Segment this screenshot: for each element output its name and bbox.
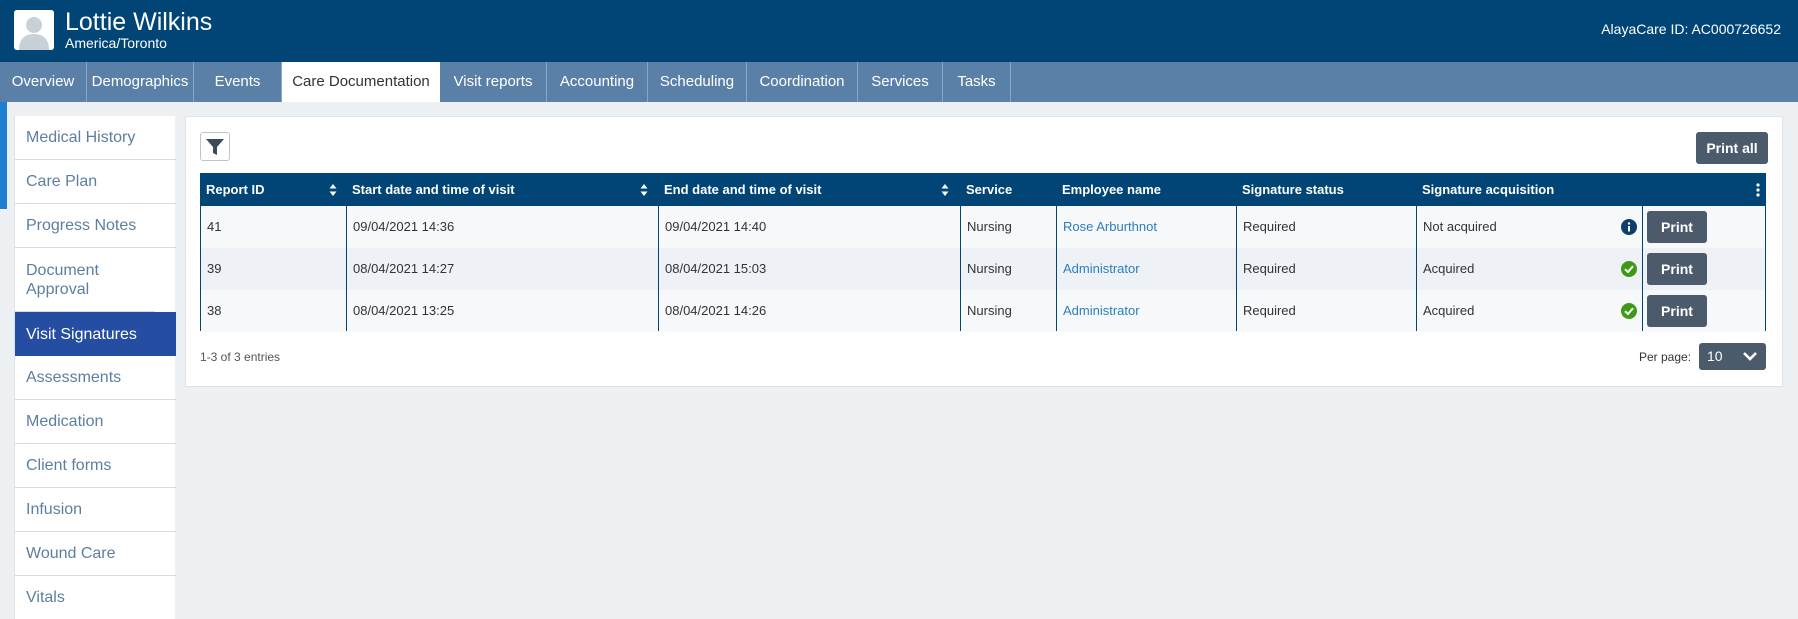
cell-end: 08/04/2021 15:03 (665, 261, 767, 276)
column-header-signature-acquisition: Signature acquisition (1422, 182, 1555, 197)
tab-coordination[interactable]: Coordination (747, 62, 858, 102)
sidebar-item-vitals[interactable]: Vitals (15, 576, 176, 619)
client-timezone: America/Toronto (65, 35, 167, 51)
entries-count: 1-3 of 3 entries (200, 350, 281, 364)
check-circle-icon (1621, 303, 1637, 319)
sidebar-item-care-plan[interactable]: Care Plan (15, 160, 176, 204)
column-divider (1056, 206, 1057, 331)
cell-end: 09/04/2021 14:40 (665, 219, 767, 234)
funnel-icon (206, 138, 224, 155)
cell-report-id: 41 (207, 219, 222, 234)
column-divider (1236, 206, 1237, 331)
print-all-button[interactable]: Print all (1696, 132, 1768, 164)
tab-scheduling[interactable]: Scheduling (648, 62, 747, 102)
visit-signatures-panel: Print all Report ID Start date and time … (185, 116, 1783, 387)
cell-service: Nursing (967, 261, 1012, 276)
column-divider (346, 206, 347, 331)
cell-start: 09/04/2021 14:36 (353, 219, 455, 234)
tab-demographics[interactable]: Demographics (87, 62, 194, 102)
tab-overview[interactable]: Overview (0, 62, 87, 102)
tab-tasks[interactable]: Tasks (943, 62, 1011, 102)
column-header-label: Report ID (206, 182, 265, 197)
employee-link[interactable]: Administrator (1057, 248, 1140, 290)
client-header: Lottie Wilkins America/Toronto AlayaCare… (0, 0, 1798, 62)
sidebar-item-progress-notes[interactable]: Progress Notes (15, 204, 176, 248)
cell-signature-acquisition: Acquired (1423, 303, 1475, 318)
column-header-employee: Employee name (1062, 182, 1161, 197)
per-page-value: 10 (1707, 348, 1723, 364)
tab-accounting[interactable]: Accounting (547, 62, 648, 102)
cell-signature-status: Required (1243, 303, 1296, 318)
cell-start: 08/04/2021 13:25 (353, 303, 455, 318)
print-button[interactable]: Print (1647, 211, 1707, 243)
cell-end: 08/04/2021 14:26 (665, 303, 767, 318)
sidebar-item-medical-history[interactable]: Medical History (15, 116, 176, 160)
cell-start: 08/04/2021 14:27 (353, 261, 455, 276)
left-accent-bar (0, 102, 7, 209)
employee-link[interactable]: Rose Arburthnot (1057, 206, 1157, 248)
column-header-signature-status: Signature status (1242, 182, 1344, 197)
tab-events[interactable]: Events (194, 62, 282, 102)
print-button[interactable]: Print (1647, 295, 1707, 327)
table-header: Report ID Start date and time of visit E… (201, 174, 1765, 206)
cell-service: Nursing (967, 219, 1012, 234)
column-header-service: Service (966, 182, 1013, 197)
tab-bar: Overview Demographics Events Care Docume… (0, 62, 1798, 102)
sort-icon[interactable] (329, 183, 337, 197)
column-header-label: End date and time of visit (664, 182, 822, 197)
table-row: 39 08/04/2021 14:27 08/04/2021 15:03 Nur… (201, 248, 1765, 290)
per-page-label: Per page: (1639, 350, 1692, 364)
column-options-icon[interactable] (1756, 183, 1760, 197)
alayacare-id: AlayaCare ID: AC000726652 (1601, 21, 1781, 37)
column-divider (1416, 206, 1417, 331)
avatar (14, 10, 54, 50)
sidebar-item-assessments[interactable]: Assessments (15, 356, 176, 400)
cell-signature-status: Required (1243, 261, 1296, 276)
tab-services[interactable]: Services (858, 62, 943, 102)
per-page-select[interactable]: 10 (1699, 343, 1766, 370)
user-silhouette-icon (14, 10, 54, 50)
filter-button[interactable] (200, 132, 230, 161)
cell-service: Nursing (967, 303, 1012, 318)
tab-visit-reports[interactable]: Visit reports (440, 62, 547, 102)
client-name: Lottie Wilkins (65, 8, 213, 36)
signatures-table: Report ID Start date and time of visit E… (200, 173, 1766, 332)
sort-icon[interactable] (640, 183, 648, 197)
cell-signature-acquisition: Acquired (1423, 261, 1475, 276)
check-circle-icon (1621, 261, 1637, 277)
sidebar-item-document-approval[interactable]: Document Approval (15, 248, 155, 312)
sidebar-item-wound-care[interactable]: Wound Care (15, 532, 176, 576)
column-header-start[interactable]: Start date and time of visit (347, 174, 659, 206)
cell-report-id: 38 (207, 303, 222, 318)
column-divider (658, 206, 659, 331)
sort-icon[interactable] (941, 183, 949, 197)
sidebar-item-client-forms[interactable]: Client forms (15, 444, 176, 488)
sidebar-item-visit-signatures[interactable]: Visit Signatures (15, 312, 176, 356)
column-divider (960, 206, 961, 331)
column-header-label: Start date and time of visit (352, 182, 515, 197)
sidebar-item-medication[interactable]: Medication (15, 400, 176, 444)
sidebar-item-infusion[interactable]: Infusion (15, 488, 176, 532)
print-button[interactable]: Print (1647, 253, 1707, 285)
cell-signature-status: Required (1243, 219, 1296, 234)
tab-care-documentation[interactable]: Care Documentation (282, 62, 440, 102)
care-doc-sidebar: Medical History Care Plan Progress Notes… (14, 116, 176, 619)
chevron-down-icon (1743, 352, 1757, 361)
column-header-report-id[interactable]: Report ID (201, 174, 347, 206)
table-row: 38 08/04/2021 13:25 08/04/2021 14:26 Nur… (201, 290, 1765, 332)
column-divider (1642, 206, 1643, 331)
cell-report-id: 39 (207, 261, 222, 276)
cell-signature-acquisition: Not acquired (1423, 219, 1497, 234)
employee-link[interactable]: Administrator (1057, 290, 1140, 332)
column-header-end[interactable]: End date and time of visit (659, 174, 961, 206)
table-row: 41 09/04/2021 14:36 09/04/2021 14:40 Nur… (201, 206, 1765, 248)
info-icon[interactable] (1621, 219, 1637, 235)
